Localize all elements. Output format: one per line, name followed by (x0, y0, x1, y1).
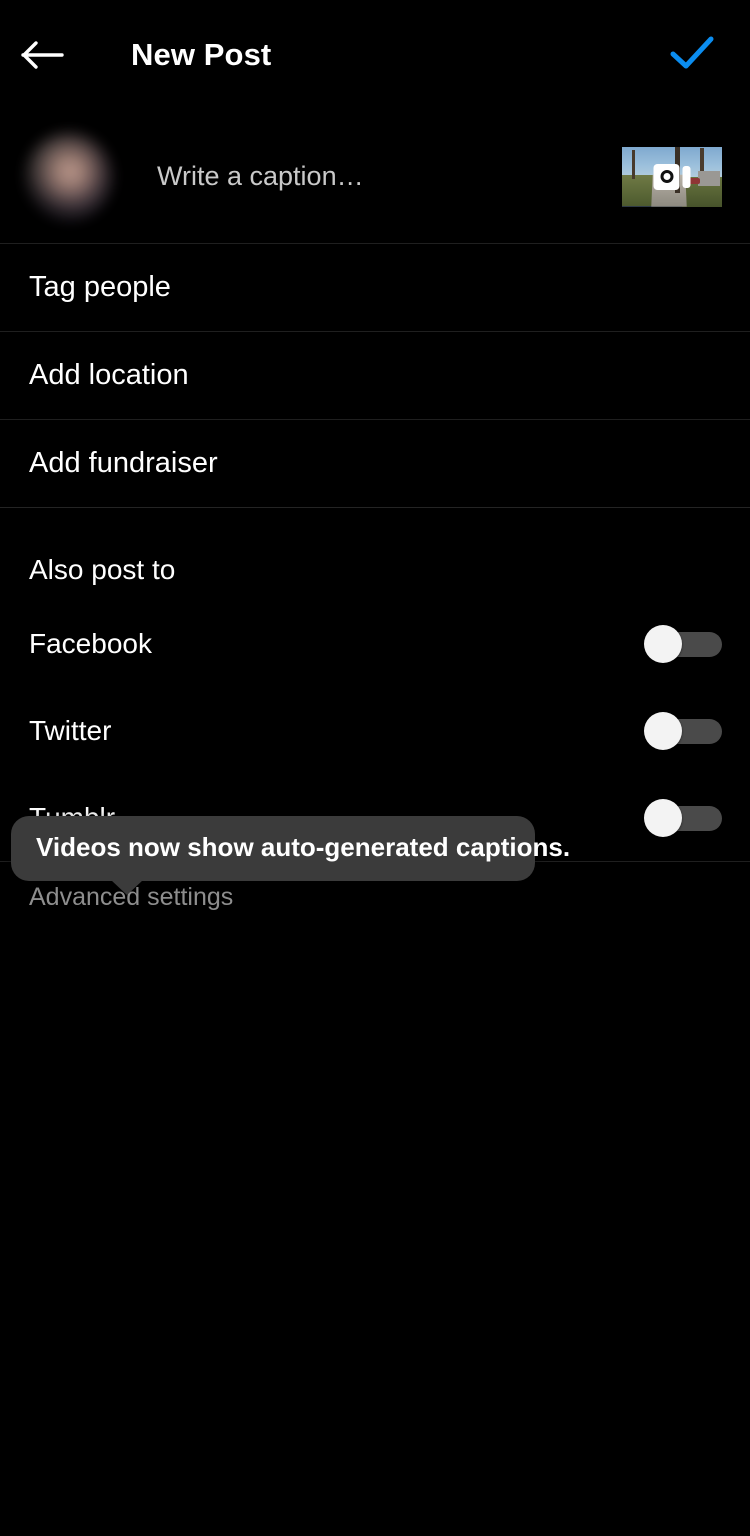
menu-item-add-fundraiser[interactable]: Add fundraiser (0, 420, 750, 507)
page-title: New Post (131, 37, 272, 72)
thumbnail-house (698, 170, 720, 187)
destination-row-twitter[interactable]: Twitter (0, 687, 750, 774)
toggle-knob (644, 798, 682, 837)
app-header: New Post (0, 0, 750, 110)
menu-item-label: Tag people (29, 271, 171, 303)
toggle-knob (644, 624, 682, 663)
menu-item-add-location[interactable]: Add location (0, 332, 750, 419)
tooltip-text: Videos now show auto-generated captions. (36, 832, 571, 862)
avatar (25, 132, 113, 221)
camera-lens (660, 170, 673, 183)
toggle-tumblr[interactable] (644, 798, 722, 837)
new-post-screen: New Post Write a caption… Tag people Add… (0, 0, 750, 1536)
destination-row-facebook[interactable]: Facebook (0, 600, 750, 687)
arrow-left-icon (21, 39, 65, 71)
confirm-post-button[interactable] (650, 0, 734, 110)
camera-side (682, 165, 691, 188)
menu-item-tag-people[interactable]: Tag people (0, 244, 750, 331)
thumbnail-tree (632, 150, 635, 179)
caption-input[interactable] (157, 161, 604, 192)
section-title: Also post to (29, 554, 176, 585)
also-post-to-header: Also post to (0, 508, 750, 600)
destination-label: Facebook (29, 627, 152, 659)
caption-row (0, 110, 750, 243)
captions-tooltip[interactable]: Videos now show auto-generated captions. (11, 816, 571, 895)
toggle-knob (644, 711, 682, 750)
back-button[interactable] (0, 0, 86, 110)
selected-media-thumbnail[interactable] (622, 146, 722, 207)
menu-item-label: Add location (29, 359, 189, 391)
camera-icon (653, 163, 691, 190)
menu-item-label: Add fundraiser (29, 447, 218, 479)
camera-body (653, 163, 680, 190)
tooltip-arrow-icon (111, 879, 143, 895)
check-icon (668, 33, 716, 78)
toggle-twitter[interactable] (644, 711, 722, 750)
destination-label: Twitter (29, 714, 112, 746)
toggle-facebook[interactable] (644, 624, 722, 663)
